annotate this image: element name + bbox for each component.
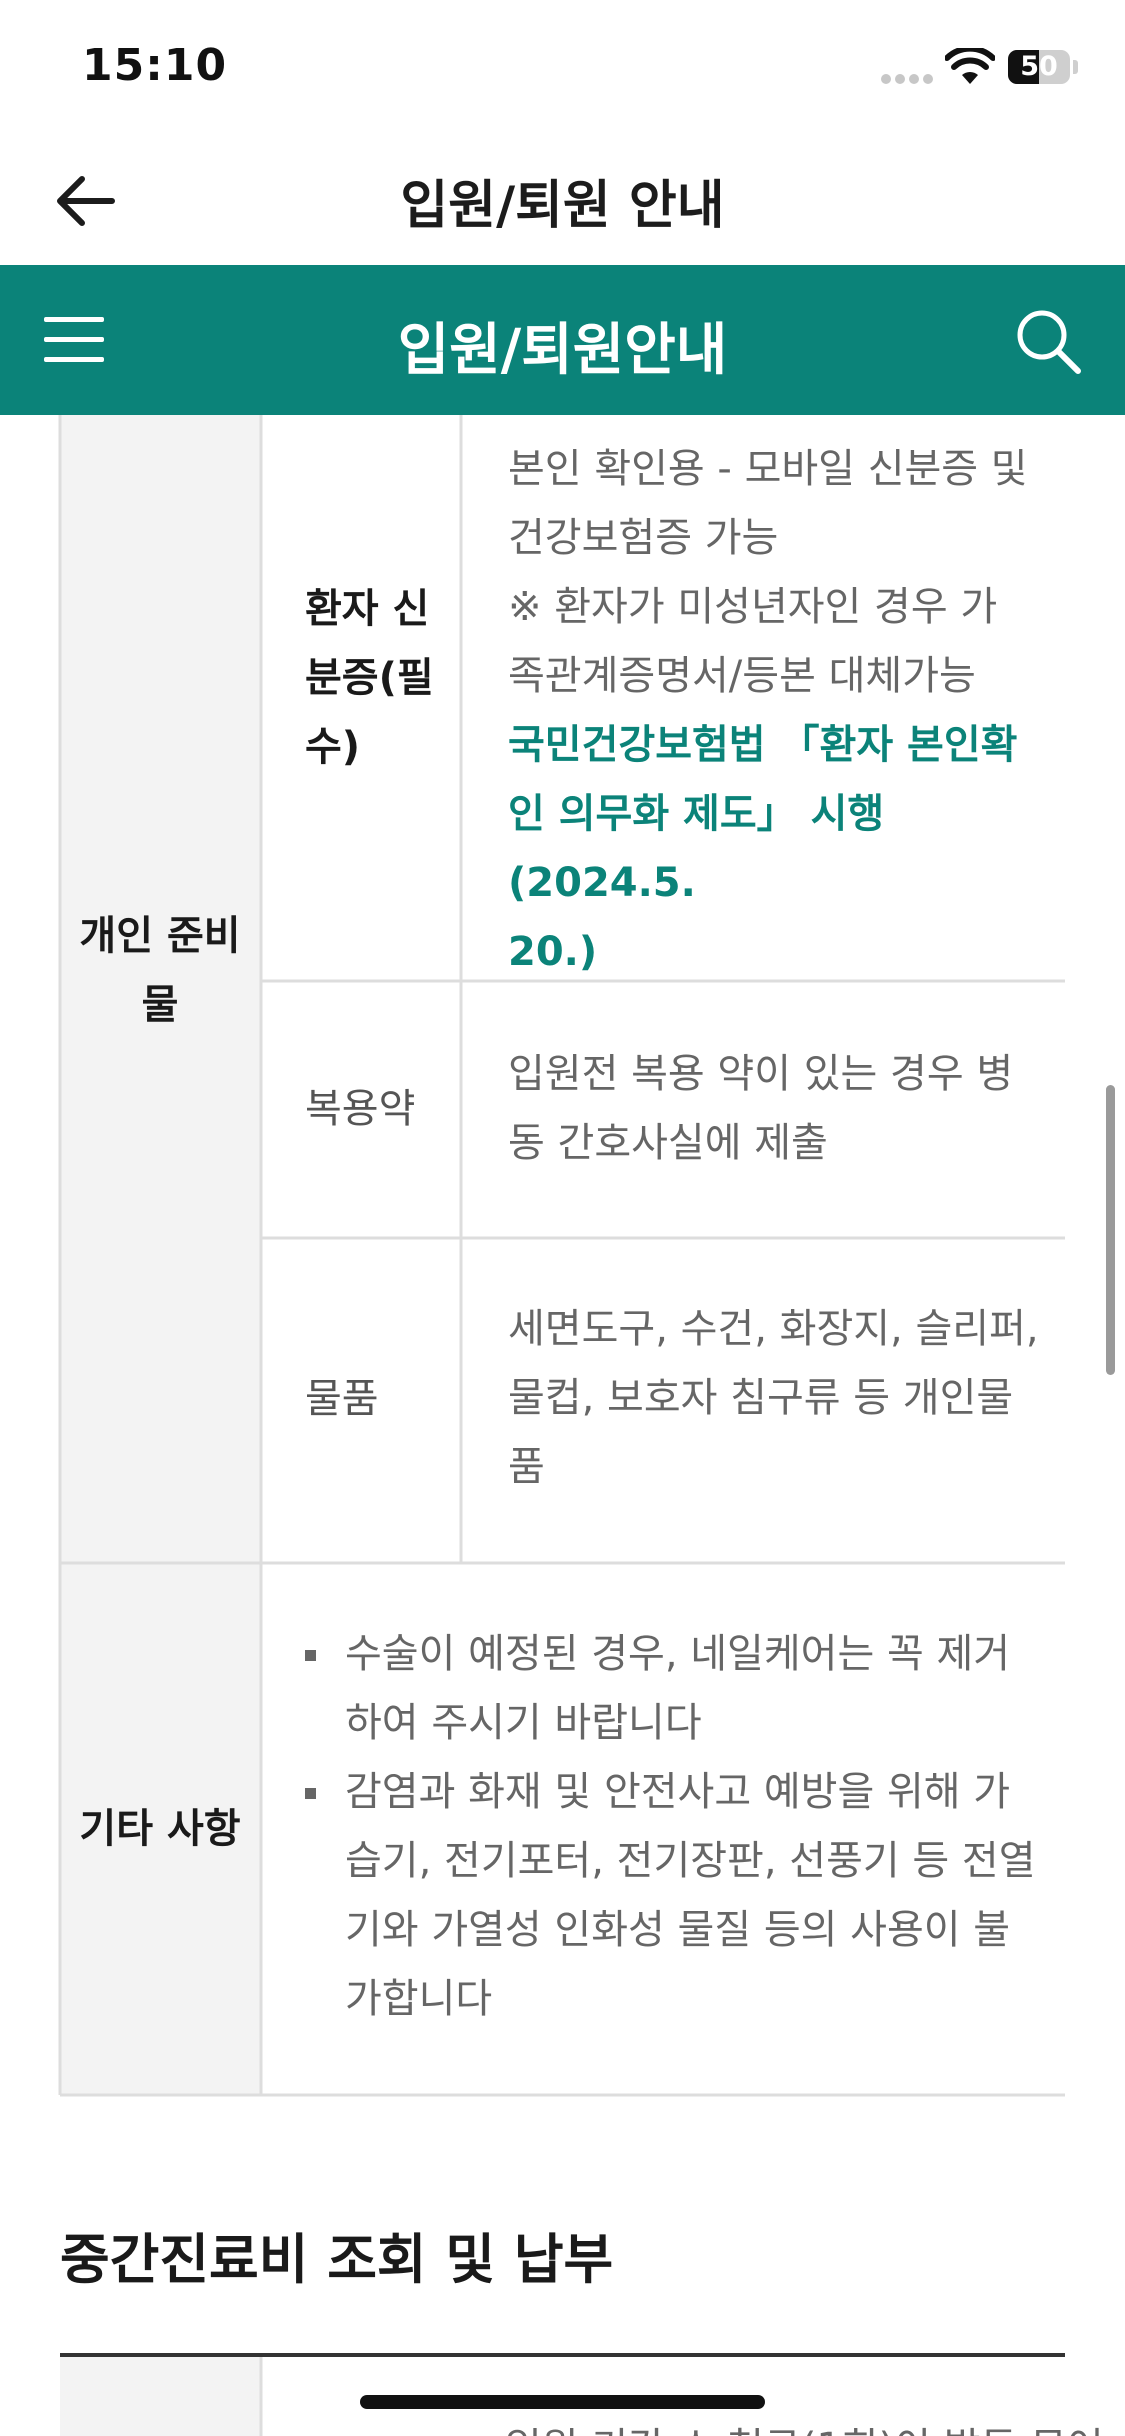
id-line-3: ※ 환자가 미성년자인 경우 가 — [508, 584, 998, 630]
id-line-4: 족관계증명서/등본 대체가능 — [508, 653, 976, 699]
app-header: 입원/퇴원 안내 — [0, 135, 1125, 265]
id-notice-line-3: 20.) — [508, 929, 598, 975]
list-item: 수술이 예정된 경우, 네일케어는 꼭 제거 하여 주시기 바랍니다 — [305, 1620, 1055, 1758]
page-title: 입원/퇴원 안내 — [400, 176, 725, 236]
search-icon[interactable] — [1012, 305, 1084, 377]
other-notes-list: 수술이 예정된 경우, 네일케어는 꼭 제거 하여 주시기 바랍니다 감염과 화… — [305, 1620, 1055, 2034]
status-time: 15:10 — [82, 40, 228, 91]
goods-description: 세면도구, 수건, 화장지, 슬리퍼, 물컵, 보호자 침구류 등 개인물 품 — [508, 1295, 1053, 1502]
goods-line-2: 물컵, 보호자 침구류 등 개인물 — [508, 1375, 1014, 1421]
goods-line-3: 품 — [508, 1444, 545, 1490]
site-nav-bar: 입원/퇴원안내 — [0, 265, 1125, 415]
subheader-goods: 물품 — [305, 1376, 379, 1422]
content-area: 개인 준비물 환자 신분증(필수) 본인 확인용 - 모바일 신분증 및 건강보… — [0, 415, 1125, 2436]
cellular-signal-icon — [881, 74, 933, 84]
id-notice-line-1: 국민건강보험법 「환자 본인확 — [508, 722, 1018, 768]
row-header-other: 기타 사항 — [79, 1806, 241, 1852]
battery-icon: 50 — [1008, 50, 1070, 84]
home-indicator[interactable] — [360, 2395, 765, 2409]
medicine-line-2: 동 간호사실에 제출 — [508, 1120, 828, 1166]
section-title: 중간진료비 조회 및 납부 — [60, 2228, 614, 2291]
battery-tip — [1073, 60, 1078, 74]
nav-title: 입원/퇴원안내 — [397, 318, 728, 383]
id-notice-line-2: 인 의무화 제도」 시행(2024.5. — [508, 791, 885, 906]
row-header-personal-items: 개인 준비물 — [79, 913, 241, 1028]
id-line-2: 건강보험증 가능 — [508, 515, 779, 561]
patient-id-description: 본인 확인용 - 모바일 신분증 및 건강보험증 가능 ※ 환자가 미성년자인 … — [508, 435, 1048, 987]
wifi-icon — [945, 48, 995, 84]
medicine-description: 입원전 복용 약이 있는 경우 병 동 간호사실에 제출 — [508, 1040, 1048, 1178]
id-line-1: 본인 확인용 - 모바일 신분증 및 — [508, 446, 1028, 492]
subheader-patient-id: 환자 신분증(필수) — [305, 586, 434, 770]
status-bar: 15:10 50 — [0, 0, 1125, 135]
subheader-medicine: 복용약 — [305, 1086, 416, 1132]
list-item: 감염과 화재 및 안전사고 예방을 위해 가 습기, 전기포터, 전기장판, 선… — [305, 1758, 1055, 2034]
medicine-line-1: 입원전 복용 약이 있는 경우 병 — [508, 1051, 1014, 1097]
battery-level: 50 — [1020, 51, 1058, 82]
partial-next-row-text: 입원 기간 소 청구(1회)이 발동 무어 — [505, 2415, 1104, 2436]
goods-line-1: 세면도구, 수건, 화장지, 슬리퍼, — [508, 1306, 1039, 1352]
scrollbar[interactable] — [1106, 1085, 1115, 1375]
